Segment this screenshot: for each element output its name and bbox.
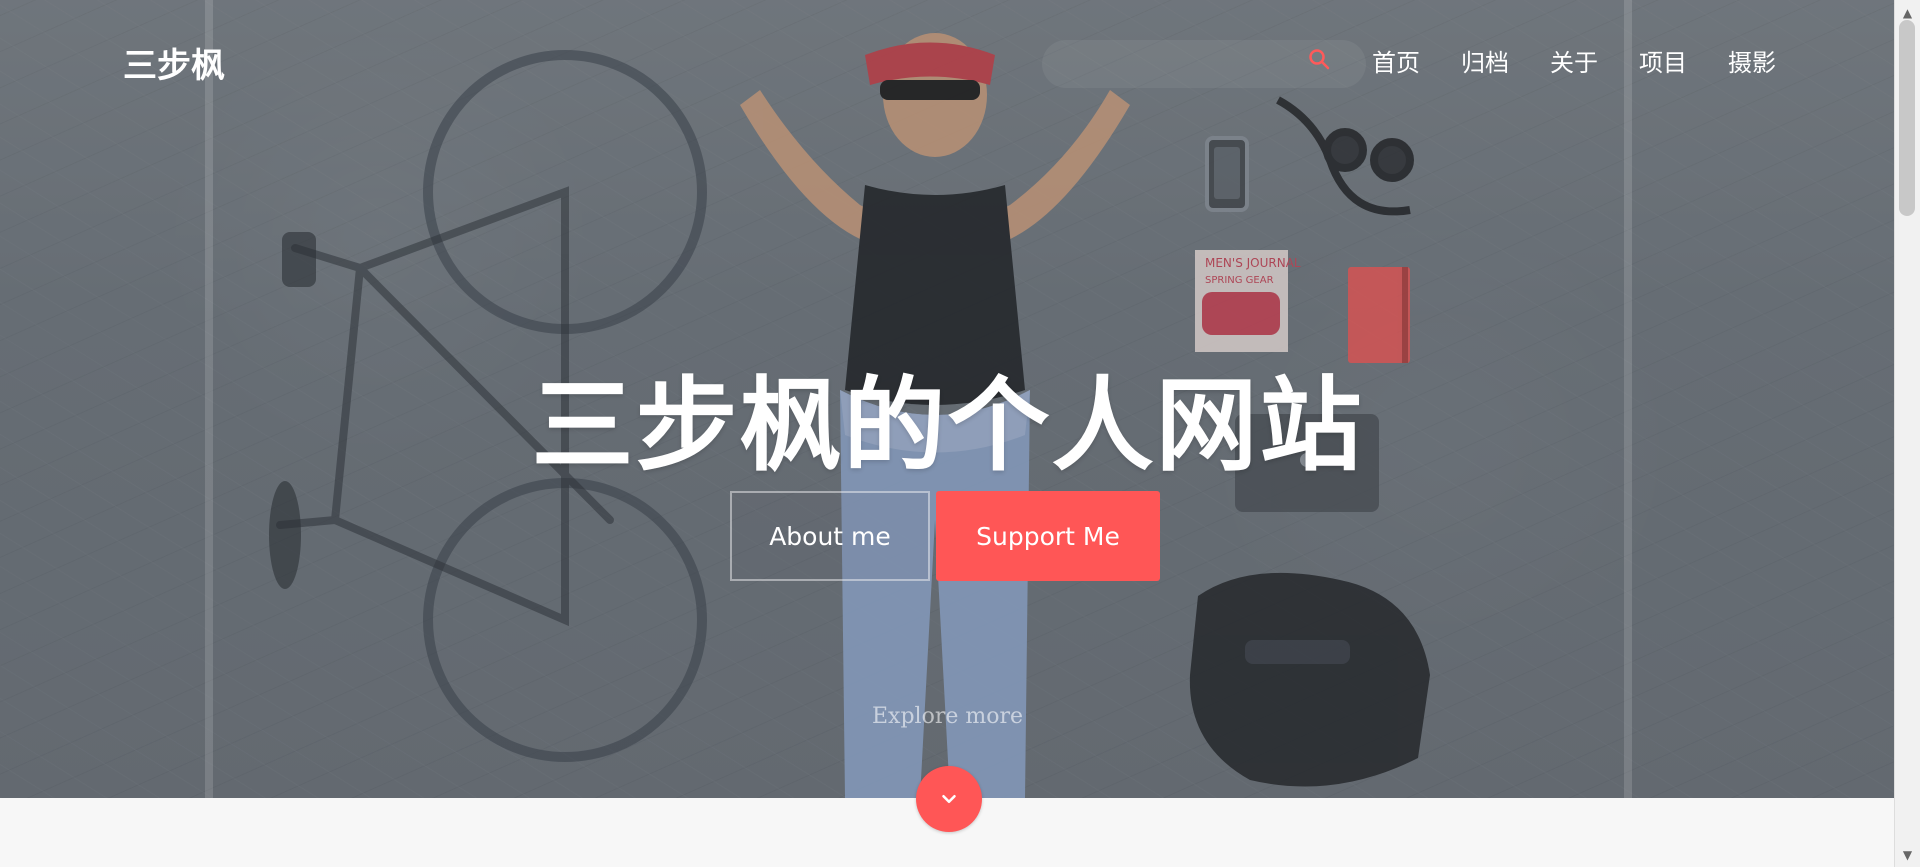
site-logo[interactable]: 三步枫 <box>123 38 225 87</box>
page-scrollbar[interactable]: ▲ ▼ <box>1894 0 1920 867</box>
magazine-cover: MEN'S JOURNAL SPRING GEAR <box>1195 250 1301 352</box>
hero-section: MEN'S JOURNAL SPRING GEAR 三步枫 首页 归档 关于 项… <box>0 0 1895 798</box>
chevron-down-icon <box>942 794 956 804</box>
scroll-down-icon[interactable]: ▼ <box>1895 842 1920 867</box>
scrollbar-thumb[interactable] <box>1899 20 1915 216</box>
nav-photography[interactable]: 摄影 <box>1728 43 1776 78</box>
nav-home[interactable]: 首页 <box>1372 43 1420 78</box>
nav-links: 首页 归档 关于 项目 摄影 <box>1372 43 1776 78</box>
backpack <box>1189 572 1430 787</box>
bike-seat <box>269 481 301 589</box>
nav-about[interactable]: 关于 <box>1550 43 1598 78</box>
nav-projects[interactable]: 项目 <box>1639 43 1687 78</box>
hero-buttons: About me Support Me <box>730 491 1160 581</box>
hero-title: 三步枫的个人网站 <box>531 367 1364 486</box>
about-button[interactable]: About me <box>730 491 930 581</box>
magazine-title: MEN'S JOURNAL <box>1205 256 1301 270</box>
top-navigation: 三步枫 首页 归档 关于 项目 摄影 <box>0 0 1895 118</box>
search-icon[interactable] <box>1307 47 1331 71</box>
explore-text: Explore more <box>871 704 1023 729</box>
bike-handlebar <box>282 232 316 287</box>
phone <box>1205 136 1249 212</box>
nav-archive[interactable]: 归档 <box>1461 43 1509 78</box>
support-button[interactable]: Support Me <box>936 491 1160 581</box>
magazine-subtitle: SPRING GEAR <box>1205 275 1274 286</box>
scroll-down-button[interactable] <box>916 766 982 832</box>
